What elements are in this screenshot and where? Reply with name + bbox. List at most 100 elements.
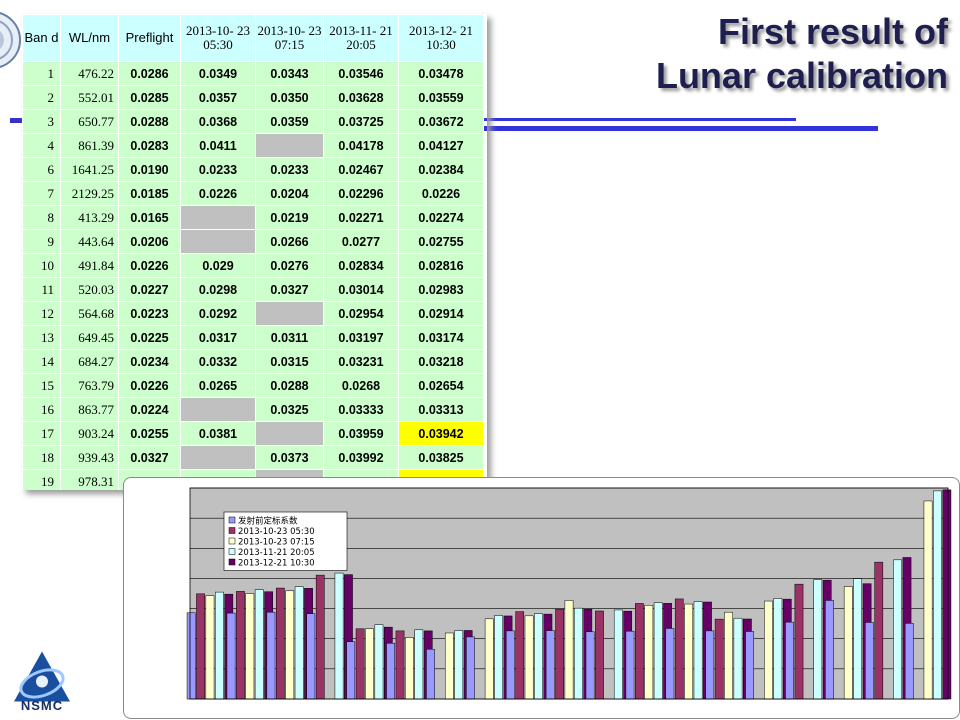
preflight-cell: 0.0165 [118,205,181,230]
legend-entry-5: 2013-12-21 10:30 [238,559,315,569]
table-row: 18 939.43 0.0327 0.0373 0.03992 0.03825 [22,445,484,470]
bar-4-band-19 [893,559,902,700]
wavelength-cell: 939.43 [60,445,119,470]
coef-cell-d4: 0.02654 [398,373,484,398]
bar-1-band-7 [386,642,395,700]
band-cell: 11 [22,277,61,302]
coef-cell-d1: 0.0349 [180,61,256,86]
band-cell: 6 [22,157,61,182]
wavelength-cell: 861.39 [60,133,119,158]
coef-cell-d1: 0.0411 [180,133,256,158]
table-row: 14 684.27 0.0234 0.0332 0.0315 0.03231 0.03218 [22,349,484,374]
calibration-bar-chart: 发射前定标系数2013-10-23 05:302013-10-23 07:152… [186,487,952,700]
slide-title: First result of Lunar calibration [656,10,948,98]
preflight-cell: 0.0224 [118,397,181,422]
bar-4-band-6 [374,624,384,700]
bar-3-band-3 [285,590,295,700]
wavelength-cell: 443.64 [60,229,119,254]
coef-cell-d1: 0.0265 [180,373,256,398]
bar-1-band-13 [625,630,635,700]
coef-cell-d2 [255,301,324,326]
wavelength-cell: 2129.25 [60,181,119,206]
coef-cell-d1: 0.0381 [180,421,256,446]
bar-1-band-10 [505,630,515,700]
bar-4-band-1 [215,591,224,700]
legend-entry-2: 2013-10-23 05:30 [238,527,315,537]
bar-1-band-8 [426,649,435,700]
band-cell: 13 [22,325,61,350]
bar-4-band-4 [334,572,344,700]
bar-1-band-3 [266,611,276,700]
preflight-cell: 0.0286 [118,61,181,86]
wavelength-cell: 863.77 [60,397,119,422]
wavelength-cell: 763.79 [60,373,119,398]
coef-cell-d4: 0.02274 [398,205,484,230]
bar-3-band-20 [923,500,933,700]
band-cell: 18 [22,445,61,470]
bar-4-band-17 [813,579,823,700]
coef-cell-d2: 0.0350 [255,85,324,110]
decor-rule-left [10,118,22,123]
bar-4-band-18 [853,578,863,700]
coef-cell-d4: 0.03313 [398,397,484,422]
coef-cell-d4: 0.03478 [398,61,484,86]
table-row: 15 763.79 0.0226 0.0265 0.0288 0.0268 0.02654 [22,373,484,398]
bar-3-band-6 [365,628,374,700]
coef-cell-d2: 0.0266 [255,229,324,254]
bar-3-band-16 [764,600,773,700]
table-row: 16 863.77 0.0224 0.0325 0.03333 0.03313 [22,397,484,422]
wavelength-cell: 649.45 [60,325,119,350]
coef-cell-d2: 0.0204 [255,181,324,206]
coef-cell-d3: 0.04178 [323,133,399,158]
band-cell: 17 [22,421,61,446]
table-row: 9 443.64 0.0206 0.0266 0.0277 0.02755 [22,229,484,254]
wavelength-cell: 491.84 [60,253,119,278]
coef-cell-d3: 0.03333 [323,397,399,422]
preflight-cell: 0.0206 [118,229,181,254]
bar-2-band-6 [355,628,365,700]
band-cell: 12 [22,301,61,326]
legend-swatch-4 [228,548,236,555]
coef-cell-d1: 0.0226 [180,181,256,206]
preflight-cell: 0.0226 [118,253,181,278]
col-header-date-1: 2013-10- 23 05:30 [180,14,256,62]
bar-1-band-9 [466,636,475,700]
bar-3-band-1 [205,595,215,700]
bar-3-band-7 [405,637,414,700]
table-row: 8 413.29 0.0165 0.0219 0.02271 0.02274 [22,205,484,230]
coef-cell-d1: 0.029 [180,253,256,278]
coef-cell-d3: 0.02296 [323,181,399,206]
coef-cell-d1 [180,397,256,422]
coef-cell-d4: 0.02914 [398,301,484,326]
col-header-preflight: Preflight [118,14,181,62]
coef-cell-d1 [180,229,256,254]
bar-2-band-14 [674,598,684,700]
preflight-cell: 0.0226 [118,373,181,398]
coef-cell-d2: 0.0276 [255,253,324,278]
band-cell: 19 [22,469,61,490]
band-cell: 10 [22,253,61,278]
bar-4-band-20 [933,490,942,700]
bar-3-band-11 [564,600,574,700]
decor-rule-thin [480,118,796,121]
coef-cell-d4: 0.02755 [398,229,484,254]
coef-cell-d3: 0.03231 [323,349,399,374]
coef-cell-d3: 0.02834 [323,253,399,278]
bar-4-band-10 [534,613,543,700]
table-row: 1 476.22 0.0286 0.0349 0.0343 0.03546 0.03478 [22,61,484,86]
coef-cell-d3: 0.0268 [323,373,399,398]
legend-swatch-3 [228,537,236,545]
bar-4-band-13 [653,602,663,700]
table-row: 17 903.24 0.0255 0.0381 0.03959 0.03942 [22,421,484,446]
table-row: 4 861.39 0.0283 0.0411 0.04178 0.04127 [22,133,484,158]
table-row: 3 650.77 0.0288 0.0368 0.0359 0.03725 0.03672 [22,109,484,134]
table-row: 12 564.68 0.0223 0.0292 0.02954 0.02914 [22,301,484,326]
band-cell: 7 [22,181,61,206]
preflight-cell: 0.0223 [118,301,181,326]
wavelength-cell: 552.01 [60,85,119,110]
coef-cell-d4: 0.03174 [398,325,484,350]
coef-cell-d3: 0.03628 [323,85,399,110]
preflight-cell: 0.0285 [118,85,181,110]
bar-1-band-12 [585,631,595,700]
coef-cell-d2 [255,133,324,158]
